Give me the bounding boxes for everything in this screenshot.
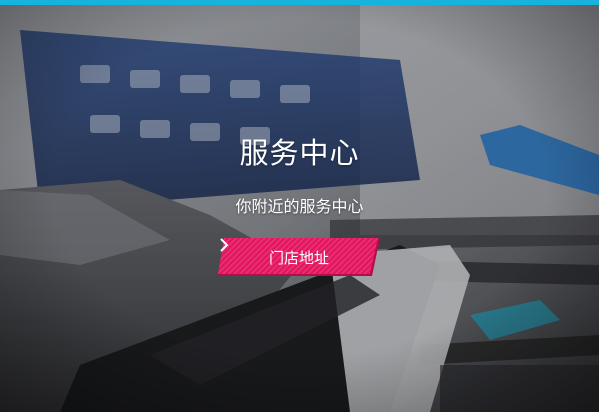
top-accent-bar [0, 0, 599, 5]
service-center-hero: 服务中心 你附近的服务中心 门店地址 [0, 0, 599, 412]
store-address-button[interactable]: 门店地址 [218, 238, 380, 276]
chevron-right-icon [220, 238, 229, 252]
store-address-button-content: 门店地址 [218, 238, 380, 276]
page-title: 服务中心 [239, 136, 360, 170]
store-address-label: 门店地址 [268, 248, 329, 267]
page-subtitle: 你附近的服务中心 [235, 197, 364, 216]
